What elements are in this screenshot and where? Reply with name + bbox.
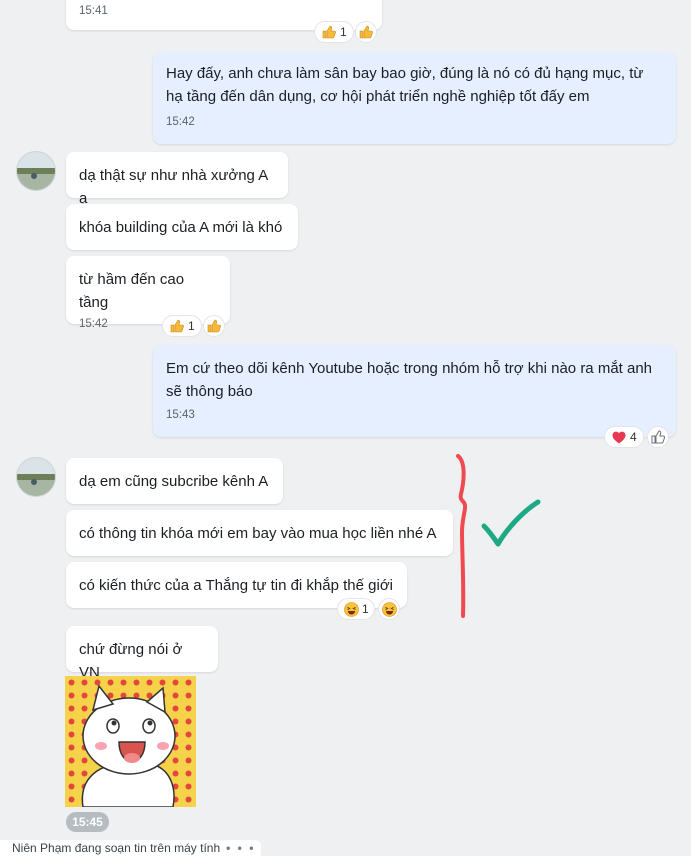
message-text: từ hầm đến cao tầng [79, 271, 185, 311]
message-bubble-sent[interactable]: Hay đấy, anh chưa làm sân bay bao giờ, đ… [153, 52, 676, 144]
message-time: 15:43 [166, 409, 195, 421]
message-bubble[interactable]: dạ em cũng subcribe kênh A [66, 458, 283, 504]
typing-dots-icon: • • • [226, 841, 256, 855]
message-bubble[interactable]: chứ đừng nói ở VN [66, 626, 218, 681]
typing-status: Niên Phạm đang soạn tin trên máy tính [12, 841, 221, 855]
message-bubble[interactable]: khóa building của A mới là khó [66, 204, 298, 250]
reaction-count: 1 [362, 602, 369, 616]
thumbs-up-outline-icon [651, 430, 665, 444]
reaction-count: 1 [340, 25, 347, 39]
thumbs-up-icon [321, 24, 337, 40]
message-bubble[interactable]: dạ thật sự như nhà xưởng A ạ [66, 152, 288, 207]
message-text: có kiến thức của a Thắng tự tin đi khắp … [79, 577, 393, 594]
react-button[interactable] [378, 598, 400, 620]
message-bubble[interactable]: từ hầm đến cao tầng 15:42 [66, 256, 230, 330]
message-text: có thông tin khóa mới em bay vào mua học… [79, 525, 437, 542]
message-time: 15:42 [166, 116, 195, 128]
thumbs-up-icon [207, 319, 221, 333]
message-text: Em cứ theo dõi kênh Youtube hoặc trong n… [166, 360, 653, 400]
avatar[interactable] [17, 458, 55, 496]
sticker-image[interactable] [65, 676, 196, 807]
react-button[interactable] [647, 426, 669, 448]
laugh-icon [381, 601, 397, 617]
sticker-time: 15:45 [66, 812, 109, 832]
laugh-icon [344, 601, 359, 617]
annotation-bracket-icon [456, 454, 468, 618]
avatar[interactable] [17, 152, 55, 190]
reaction-summary[interactable]: 4 [604, 426, 644, 448]
reaction-summary[interactable]: 1 [162, 315, 202, 337]
typing-indicator: Niên Phạm đang soạn tin trên máy tính • … [0, 840, 261, 856]
reaction-count: 4 [630, 430, 637, 444]
message-text: Hay đấy, anh chưa làm sân bay bao giờ, đ… [166, 65, 644, 105]
message-bubble[interactable]: có thông tin khóa mới em bay vào mua học… [66, 510, 453, 556]
reaction-summary[interactable]: 1 [337, 598, 375, 620]
react-button[interactable] [203, 315, 225, 337]
annotation-check-icon [481, 499, 541, 547]
message-bubble-sent[interactable]: Em cứ theo dõi kênh Youtube hoặc trong n… [153, 345, 676, 437]
thumbs-up-icon [359, 25, 373, 39]
message-time: 15:41 [79, 5, 108, 17]
react-button[interactable] [355, 21, 377, 43]
message-text: khóa building của A mới là khó [79, 219, 283, 236]
message-text: dạ em cũng subcribe kênh A [79, 473, 269, 490]
thumbs-up-icon [169, 318, 185, 334]
reaction-count: 1 [188, 319, 195, 333]
reaction-summary[interactable]: 1 [314, 21, 354, 43]
heart-icon [611, 429, 627, 445]
